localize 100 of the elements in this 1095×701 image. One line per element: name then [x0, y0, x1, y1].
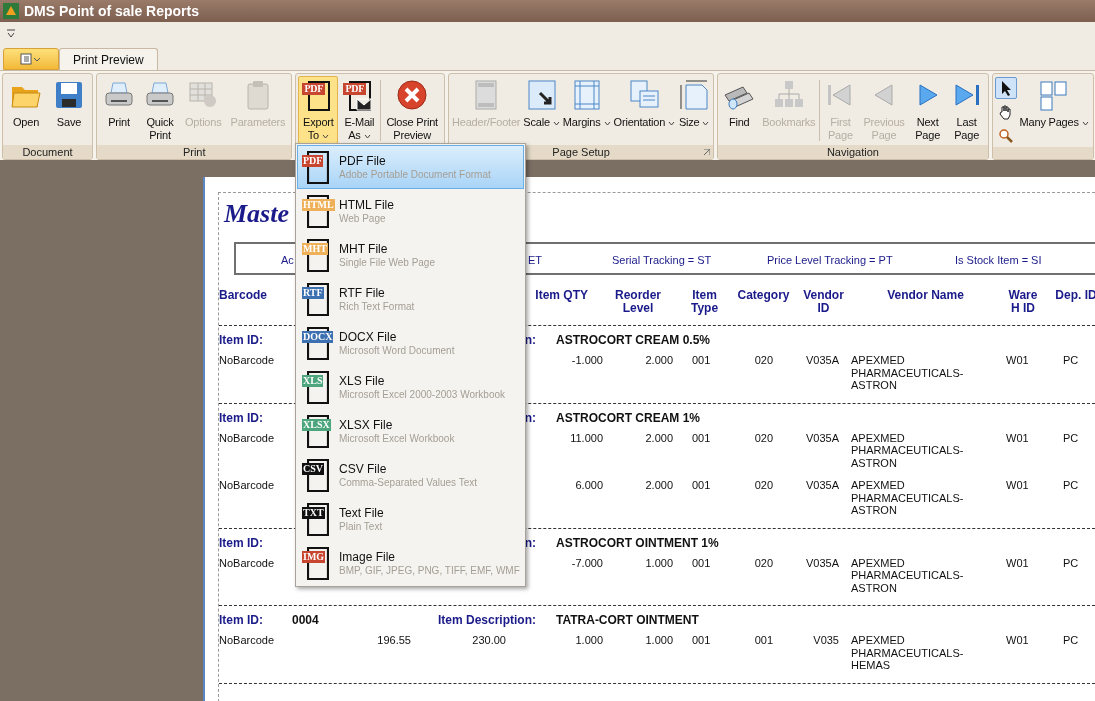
ribbon-tab[interactable]: Print Preview	[59, 48, 158, 70]
ribbon-button[interactable]: Last Page	[947, 76, 986, 144]
menu-item-title: PDF File	[339, 153, 387, 168]
menu-item-title: XLSX File	[339, 417, 394, 432]
table-cell: W01	[1006, 479, 1029, 491]
ribbon-button[interactable]: Open	[5, 76, 47, 131]
group-label: Print	[182, 145, 206, 159]
item-description: TATRA-CORT OINTMENT	[556, 612, 699, 628]
menu-item[interactable]: PDF PDF File Adobe Portable Document Format	[297, 145, 524, 189]
menu-item-title: MHT File	[339, 241, 389, 256]
menu-item-description: Comma-Separated Values Text	[339, 475, 478, 489]
ribbon-button[interactable]: PDF E-Mail As	[339, 76, 380, 144]
pages-icon	[628, 79, 661, 111]
menu-item[interactable]: HTML HTML File Web Page	[297, 189, 524, 233]
table-cell: W01	[1006, 634, 1029, 646]
item-description: ASTROCORT CREAM 0.5%	[556, 332, 710, 348]
field-label: n:	[524, 535, 536, 550]
column-header: Barcode	[219, 289, 268, 302]
menu-item[interactable]: RTF RTF File Rich Text Format	[297, 277, 524, 321]
page-size-icon	[678, 79, 711, 111]
table-cell: -1.000	[571, 354, 603, 366]
ribbon-button[interactable]: Orientation	[612, 76, 677, 131]
hand-icon	[997, 104, 1014, 120]
tool-toggle[interactable]	[994, 77, 1017, 99]
file-type-tag: TXT	[302, 507, 325, 519]
table-cell: NoBarcode	[219, 634, 275, 646]
table-cell: 2.000	[645, 431, 673, 444]
ribbon-button[interactable]: Many Pages	[1017, 76, 1091, 131]
ribbon-button[interactable]: Quick Print	[140, 76, 180, 144]
dialog-launcher-icon[interactable]	[704, 149, 711, 155]
column-header: Vendor ID	[803, 289, 844, 315]
menu-item[interactable]: DOCX DOCX File Microsoft Word Document	[297, 321, 524, 365]
table-cell: 020	[754, 354, 773, 366]
app-logo-icon	[3, 3, 19, 19]
menu-item-title: RTF File	[339, 285, 386, 300]
file-type-tag: XLS	[302, 375, 324, 387]
menu-item[interactable]: XLSX XLSX File Microsoft Excel Workbook	[297, 409, 524, 453]
ribbon-button[interactable]: Save	[48, 76, 90, 131]
file-type-tag: RTF	[302, 287, 324, 299]
menu-item-description: Single File Web Page	[339, 255, 435, 269]
table-cell: W01	[1006, 431, 1029, 444]
table-cell: NoBarcode	[219, 479, 275, 491]
file-type-tag: XLSX	[302, 419, 331, 431]
menu-item-description: Adobe Portable Document Format	[339, 167, 491, 181]
table-cell: 020	[754, 431, 773, 444]
table-cell: 2.000	[645, 354, 673, 366]
column-header: Item QTY	[535, 289, 588, 302]
file-type-tag: PDF	[302, 155, 324, 167]
ribbon-button[interactable]: Print	[99, 76, 139, 131]
ribbon-button[interactable]: PDF Export To	[298, 76, 339, 144]
ribbon-button[interactable]: Size	[677, 76, 712, 131]
menu-item[interactable]: XLS XLS File Microsoft Excel 2000-2003 Workbook	[297, 365, 524, 409]
ribbon-button[interactable]: Find	[720, 76, 759, 131]
table-cell: PC	[1063, 354, 1079, 366]
table-cell: 020	[754, 479, 773, 491]
column-header: Vendor Name	[887, 289, 964, 302]
field-label: Item ID:	[219, 534, 264, 551]
menu-item-description: BMP, GIF, JPEG, PNG, TIFF, EMF, WMF	[339, 564, 520, 577]
table-cell: V035A	[805, 556, 839, 569]
file-type-tag: HTML	[302, 199, 335, 211]
table-cell: 1.000	[645, 556, 673, 569]
magnifier-icon	[997, 128, 1014, 144]
table-cell: PC	[1063, 431, 1079, 444]
application-menu-button[interactable]	[3, 48, 59, 70]
menu-item-title: Text File	[339, 505, 384, 520]
table-cell: PC	[1063, 479, 1079, 491]
table-cell: NoBarcode	[219, 431, 275, 444]
menu-item[interactable]: IMG Image File BMP, GIF, JPEG, PNG, TIFF, EMF, WMF	[297, 541, 524, 585]
file-type-tag: PDF	[343, 83, 367, 95]
menu-item-description: Rich Text Format	[339, 299, 415, 313]
ribbon-button[interactable]: Margins	[561, 76, 612, 131]
column-header: Category	[737, 289, 790, 302]
table-cell: 001	[692, 431, 711, 444]
table-cell: APEXMED PHARMACEUTICALS-ASTRON	[851, 556, 964, 594]
ribbon-button[interactable]: Scale	[522, 76, 561, 131]
table-cell: V035	[813, 634, 839, 646]
table-cell: 6.000	[575, 479, 603, 491]
field-label: n:	[524, 333, 536, 347]
quick-access-menu-icon[interactable]	[6, 29, 16, 39]
menu-item-title: DOCX File	[339, 329, 398, 344]
menu-item-title: Image File	[339, 549, 397, 564]
table-cell: APEXMED PHARMACEUTICALS-HEMAS	[851, 634, 964, 671]
file-type-tag: CSV	[302, 463, 324, 475]
group-label: Document	[22, 145, 73, 159]
table-cell: APEXMED PHARMACEUTICALS-ASTRON	[851, 354, 964, 391]
ribbon-button[interactable]: Close Print Preview	[382, 76, 442, 144]
menu-item-title: CSV File	[339, 461, 388, 476]
table-cell: APEXMED PHARMACEUTICALS-ASTRON	[851, 479, 964, 516]
menu-item[interactable]: TXT Text File Plain Text	[297, 497, 524, 541]
field-label: Item ID:	[219, 612, 264, 628]
menu-item[interactable]: CSV CSV File Comma-Separated Values Text	[297, 453, 524, 497]
field-label: Item ID:	[219, 332, 264, 348]
table-cell: 001	[692, 556, 711, 569]
caret-icon	[1081, 120, 1089, 126]
caret-icon	[363, 133, 371, 139]
table-cell: 001	[754, 634, 773, 646]
menu-item[interactable]: MHT MHT File Single File Web Page	[297, 233, 524, 277]
menu-item-title: HTML File	[339, 197, 394, 212]
ribbon-button[interactable]: Next Page	[908, 76, 947, 144]
caret-icon	[603, 120, 611, 126]
